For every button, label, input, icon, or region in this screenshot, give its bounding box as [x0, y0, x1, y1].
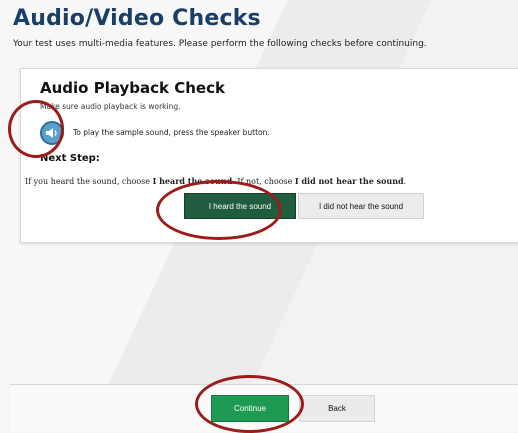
speaker-button[interactable]	[40, 121, 64, 145]
next-step-instructions: If you heard the sound, choose I heard t…	[25, 176, 518, 186]
page-subtitle: Your test uses multi-media features. Ple…	[13, 39, 427, 49]
instructions-not-heard-bold: I did not hear the sound	[294, 176, 404, 186]
instructions-part1: If you heard the sound, choose	[25, 177, 153, 186]
not-heard-sound-button[interactable]: I did not hear the sound	[298, 193, 424, 219]
instructions-part3: .	[403, 177, 407, 186]
page-title: Audio/Video Checks	[13, 6, 261, 31]
card-title: Audio Playback Check	[40, 79, 225, 97]
instructions-heard-bold: I heard the sound	[152, 176, 233, 186]
speaker-icon	[46, 128, 57, 138]
next-step-heading: Next Step:	[40, 153, 100, 164]
heard-sound-button[interactable]: I heard the sound	[184, 193, 296, 219]
audio-playback-card: Audio Playback Check Make sure audio pla…	[20, 68, 518, 243]
instructions-part2: . If not, choose	[232, 177, 295, 186]
footer-bar: Continue Back	[10, 384, 518, 432]
continue-button[interactable]: Continue	[211, 395, 289, 422]
card-intro-text: Make sure audio playback is working.	[40, 102, 181, 111]
speaker-instruction: To play the sample sound, press the spea…	[73, 128, 270, 137]
back-button[interactable]: Back	[299, 395, 375, 422]
